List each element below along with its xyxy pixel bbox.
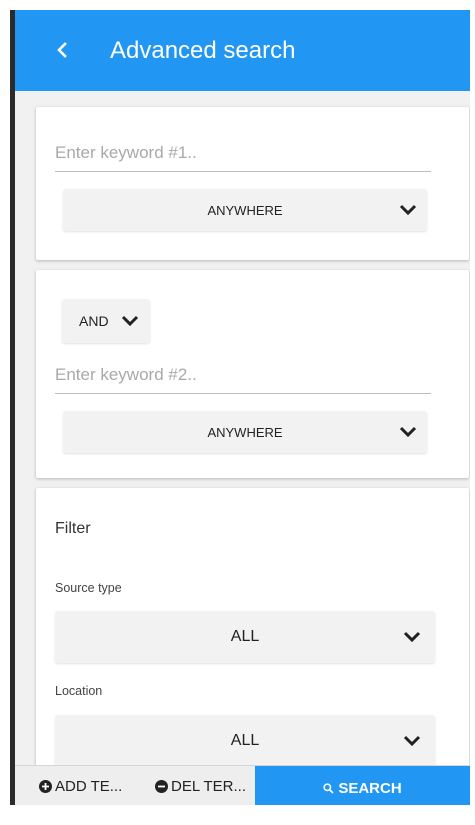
- search-button[interactable]: SEARCH: [255, 766, 470, 805]
- add-term-label: ADD TE...: [55, 777, 123, 795]
- plus-circle-icon: [39, 779, 52, 793]
- operator-select[interactable]: AND: [62, 299, 150, 343]
- app-header: Advanced search: [15, 10, 470, 91]
- minus-circle-icon: [155, 779, 168, 793]
- chevron-left-icon: [57, 42, 67, 58]
- chevron-down-icon: [121, 315, 139, 327]
- chevron-down-icon: [403, 735, 421, 747]
- keyword-1-position-value: ANYWHERE: [207, 202, 283, 218]
- action-bar: ADD TE... DEL TER... SEARCH: [15, 765, 470, 805]
- location-select[interactable]: ALL: [55, 715, 435, 767]
- location-value: ALL: [230, 732, 260, 749]
- location-label: Location: [55, 684, 103, 698]
- keyword-1-input[interactable]: [55, 135, 431, 172]
- source-type-select[interactable]: ALL: [55, 611, 435, 663]
- keyword-1-card: ANYWHERE: [36, 107, 469, 260]
- delete-term-label: DEL TER...: [171, 777, 247, 795]
- chevron-down-icon: [403, 631, 421, 643]
- search-icon: [323, 783, 334, 794]
- keyword-1-position-select[interactable]: ANYWHERE: [63, 189, 427, 231]
- chevron-down-icon: [399, 204, 417, 216]
- filter-heading: Filter: [55, 520, 91, 537]
- back-button[interactable]: [53, 37, 73, 63]
- keyword-2-card: AND ANYWHERE: [36, 270, 469, 478]
- operator-value: AND: [79, 313, 109, 329]
- filter-card: Filter Source type ALL Location ALL: [36, 488, 469, 778]
- source-type-value: ALL: [230, 628, 260, 645]
- search-label: SEARCH: [338, 780, 402, 797]
- chevron-down-icon: [399, 426, 417, 438]
- add-term-button[interactable]: ADD TE...: [39, 766, 122, 805]
- keyword-2-position-select[interactable]: ANYWHERE: [63, 411, 427, 453]
- keyword-2-input[interactable]: [55, 357, 431, 394]
- keyword-2-position-value: ANYWHERE: [207, 424, 283, 440]
- advanced-search-screen: Advanced search ANYWHERE AND ANYWHERE F: [15, 10, 470, 805]
- source-type-label: Source type: [55, 581, 122, 595]
- delete-term-button[interactable]: DEL TER...: [155, 766, 246, 805]
- page-title: Advanced search: [110, 37, 296, 64]
